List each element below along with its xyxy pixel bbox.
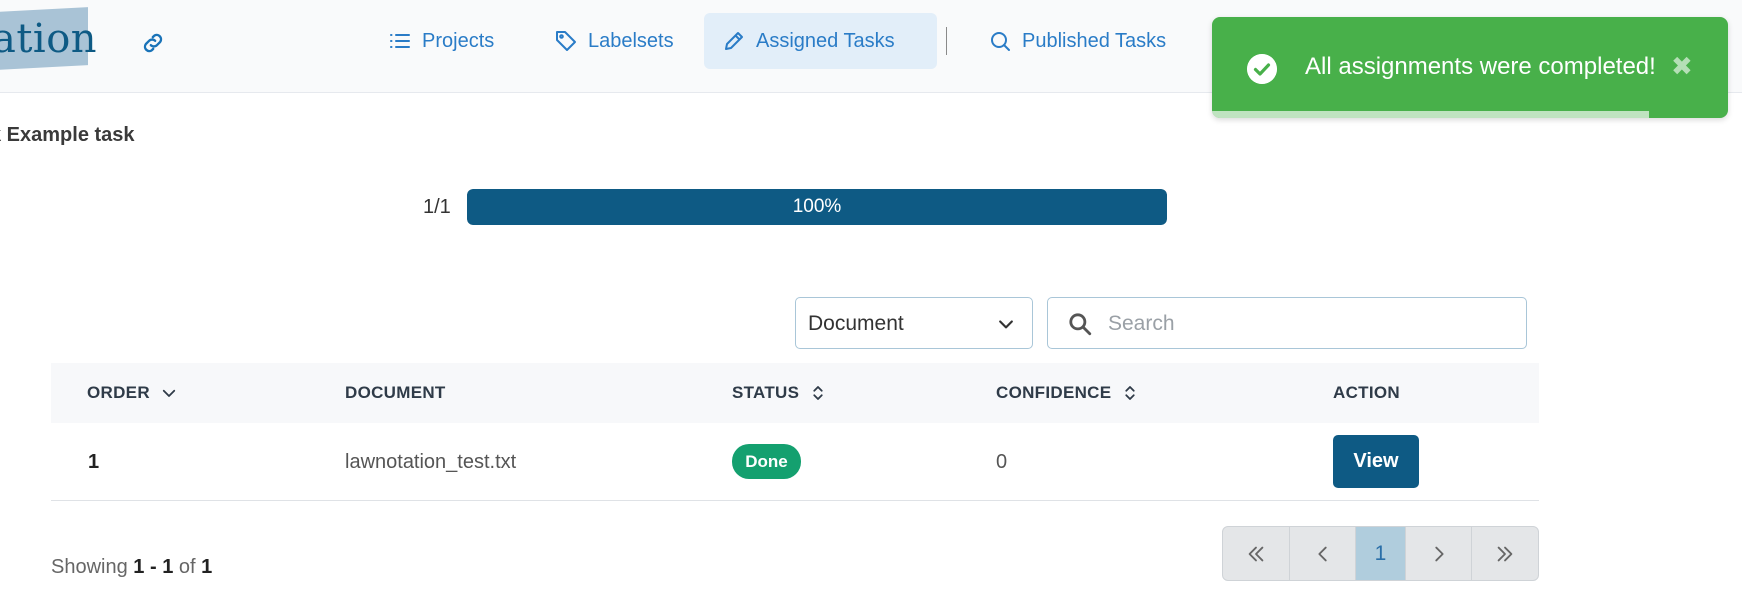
column-confidence-label: CONFIDENCE: [996, 383, 1112, 402]
chevron-right-icon: [1434, 546, 1444, 561]
nav-labelsets[interactable]: Labelsets: [536, 13, 692, 69]
pagination: 1: [1222, 526, 1539, 581]
search-icon: [991, 32, 1010, 51]
range-end: 1: [162, 556, 174, 578]
logo[interactable]: ation: [0, 16, 97, 62]
total-count: 1: [201, 556, 213, 578]
nav-labelsets-label: Labelsets: [588, 29, 674, 52]
sort-icon: [813, 386, 823, 400]
nav-assigned-tasks[interactable]: Assigned Tasks: [704, 13, 937, 69]
column-confidence[interactable]: CONFIDENCE: [996, 383, 1139, 403]
view-button[interactable]: View: [1333, 435, 1419, 488]
nav-projects[interactable]: Projects: [370, 13, 512, 69]
cell-confidence: 0: [996, 451, 1008, 473]
of-label: of: [178, 556, 196, 578]
pagination-summary: Showing 1 - 1 of 1: [51, 556, 212, 579]
progress-count: 1/1: [423, 196, 451, 218]
close-icon[interactable]: ✖: [1671, 51, 1693, 82]
nav-published-tasks-label: Published Tasks: [1022, 29, 1167, 52]
page-1-button[interactable]: 1: [1356, 527, 1406, 580]
range-start: 1: [133, 556, 145, 578]
tag-icon: [556, 31, 576, 51]
cell-document: lawnotation_test.txt: [345, 451, 517, 473]
column-status-label: STATUS: [732, 383, 800, 402]
chevron-down-icon: [162, 389, 176, 397]
status-badge: Done: [732, 444, 801, 479]
showing-prefix: Showing: [51, 556, 128, 578]
nav-published-tasks[interactable]: Published Tasks: [970, 13, 1184, 69]
column-order[interactable]: ORDER: [87, 383, 178, 403]
table-row: 1 lawnotation_test.txt Done 0 View: [51, 423, 1539, 501]
prev-page-button[interactable]: [1290, 527, 1356, 580]
list-icon: [390, 34, 410, 48]
toast-timer-bar: [1212, 111, 1649, 118]
toast-message: All assignments were completed!: [1305, 53, 1656, 80]
task-title: k Example task: [0, 124, 135, 146]
column-action-label: ACTION: [1333, 383, 1400, 402]
cell-order: 1: [88, 451, 100, 473]
chevron-down-icon: [999, 320, 1013, 329]
range-separator: -: [144, 556, 163, 578]
check-circle-icon: [1247, 54, 1277, 84]
nav-projects-label: Projects: [422, 29, 495, 52]
link-icon[interactable]: [140, 30, 166, 56]
search-input[interactable]: [1106, 306, 1510, 342]
search-field-select[interactable]: Document: [795, 297, 1033, 349]
chevron-left-icon: [1317, 546, 1327, 561]
chevrons-right-icon: [1497, 546, 1513, 561]
column-action: ACTION: [1333, 383, 1400, 403]
first-page-button[interactable]: [1223, 527, 1290, 580]
nav-divider: [946, 27, 947, 55]
pencil-icon: [725, 32, 743, 50]
search-icon: [1069, 313, 1092, 336]
last-page-button[interactable]: [1472, 527, 1538, 580]
sort-icon: [1125, 386, 1136, 400]
column-document-label: DOCUMENT: [345, 383, 446, 402]
search-box: [1047, 297, 1527, 349]
progress-percent: 100%: [792, 196, 842, 217]
column-order-label: ORDER: [87, 383, 150, 402]
column-status[interactable]: STATUS: [732, 383, 827, 403]
chevrons-left-icon: [1248, 546, 1264, 561]
select-value: Document: [808, 312, 904, 335]
progress-bar: 100%: [467, 189, 1167, 225]
column-document: DOCUMENT: [345, 383, 446, 403]
next-page-button[interactable]: [1406, 527, 1472, 580]
table-header: ORDER DOCUMENT STATUS CONFIDENCE ACTION: [51, 363, 1539, 423]
success-toast[interactable]: All assignments were completed! ✖: [1212, 17, 1728, 118]
nav-assigned-tasks-label: Assigned Tasks: [756, 29, 895, 52]
